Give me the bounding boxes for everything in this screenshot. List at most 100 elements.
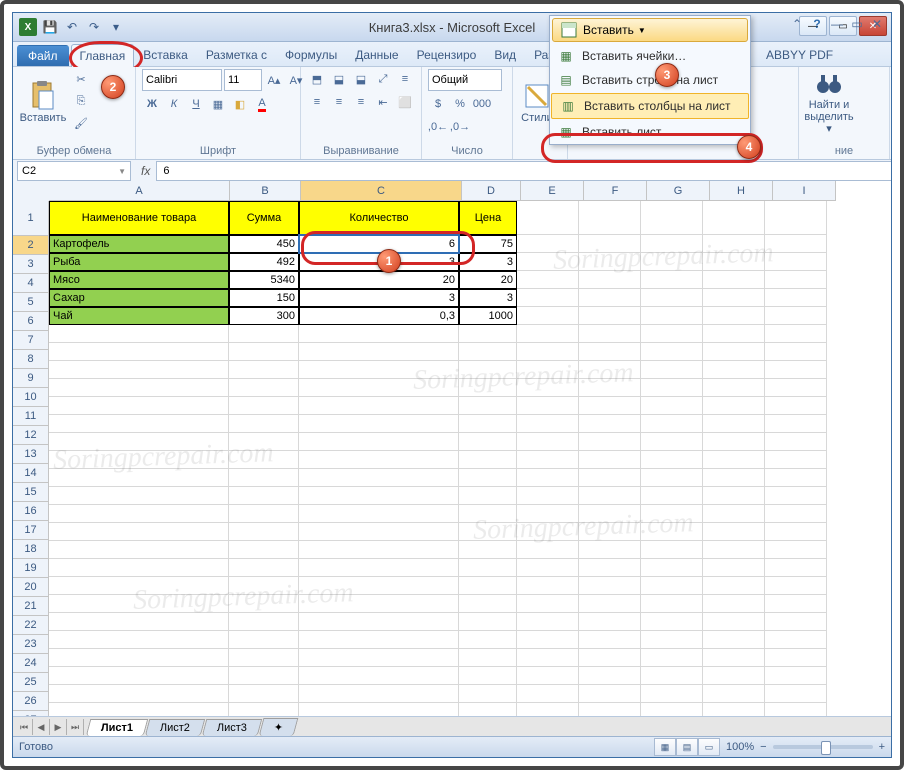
- cell-A21[interactable]: [49, 577, 229, 595]
- cell-D20[interactable]: [459, 559, 517, 577]
- column-header-F[interactable]: F: [584, 181, 647, 201]
- cell-A3[interactable]: Рыба: [49, 253, 229, 271]
- cell-I18[interactable]: [765, 523, 827, 541]
- cell-B19[interactable]: [229, 541, 299, 559]
- cell-H8[interactable]: [703, 343, 765, 361]
- align-bottom-icon[interactable]: ⬓: [351, 69, 371, 89]
- cell-I19[interactable]: [765, 541, 827, 559]
- cell-D9[interactable]: [459, 361, 517, 379]
- cell-F11[interactable]: [579, 397, 641, 415]
- align-right-icon[interactable]: ≡: [351, 92, 371, 112]
- cell-I28[interactable]: [765, 703, 827, 717]
- cell-A26[interactable]: [49, 667, 229, 685]
- cell-I3[interactable]: [765, 253, 827, 271]
- tab-home[interactable]: Главная: [71, 44, 135, 67]
- cell-D14[interactable]: [459, 451, 517, 469]
- name-box-dropdown-icon[interactable]: ▼: [118, 167, 126, 176]
- cell-E8[interactable]: [517, 343, 579, 361]
- cell-A16[interactable]: [49, 487, 229, 505]
- cell-F9[interactable]: [579, 361, 641, 379]
- fx-icon[interactable]: fx: [135, 164, 156, 178]
- row-header-5[interactable]: 5: [13, 293, 49, 312]
- row-header-10[interactable]: 10: [13, 388, 49, 407]
- cell-H28[interactable]: [703, 703, 765, 717]
- cell-I12[interactable]: [765, 415, 827, 433]
- cell-G18[interactable]: [641, 523, 703, 541]
- cell-C1[interactable]: Количество: [299, 201, 459, 235]
- cell-E11[interactable]: [517, 397, 579, 415]
- find-select-button[interactable]: Найти ивыделить ▾: [805, 69, 853, 135]
- cell-E22[interactable]: [517, 595, 579, 613]
- cell-C21[interactable]: [299, 577, 459, 595]
- cell-H16[interactable]: [703, 487, 765, 505]
- cell-A24[interactable]: [49, 631, 229, 649]
- dec-decimal-icon[interactable]: ,0→: [450, 117, 470, 137]
- cell-E23[interactable]: [517, 613, 579, 631]
- cell-E26[interactable]: [517, 667, 579, 685]
- cell-B23[interactable]: [229, 613, 299, 631]
- tab-insert[interactable]: Вставка: [134, 43, 197, 66]
- cut-icon[interactable]: ✂: [71, 69, 91, 89]
- cell-H22[interactable]: [703, 595, 765, 613]
- view-page-break-icon[interactable]: ▭: [698, 738, 720, 756]
- cell-I13[interactable]: [765, 433, 827, 451]
- cell-B2[interactable]: 450: [229, 235, 299, 253]
- inc-decimal-icon[interactable]: ,0←: [428, 117, 448, 137]
- cell-A10[interactable]: [49, 379, 229, 397]
- row-header-13[interactable]: 13: [13, 445, 49, 464]
- cell-H6[interactable]: [703, 307, 765, 325]
- row-header-17[interactable]: 17: [13, 521, 49, 540]
- cell-C17[interactable]: [299, 505, 459, 523]
- tab-review[interactable]: Рецензиро: [408, 43, 486, 66]
- zoom-slider[interactable]: [773, 745, 873, 749]
- cell-D19[interactable]: [459, 541, 517, 559]
- cell-I5[interactable]: [765, 289, 827, 307]
- cell-F19[interactable]: [579, 541, 641, 559]
- cell-A20[interactable]: [49, 559, 229, 577]
- cell-B11[interactable]: [229, 397, 299, 415]
- cell-C25[interactable]: [299, 649, 459, 667]
- merge-icon[interactable]: ⬜: [395, 92, 415, 112]
- cell-E1[interactable]: [517, 201, 579, 235]
- cell-E13[interactable]: [517, 433, 579, 451]
- row-header-22[interactable]: 22: [13, 616, 49, 635]
- cell-E17[interactable]: [517, 505, 579, 523]
- cell-D24[interactable]: [459, 631, 517, 649]
- cell-H5[interactable]: [703, 289, 765, 307]
- column-header-C[interactable]: C: [301, 181, 462, 201]
- cell-F6[interactable]: [579, 307, 641, 325]
- row-header-11[interactable]: 11: [13, 407, 49, 426]
- align-top-icon[interactable]: ⬒: [307, 69, 327, 89]
- cell-H9[interactable]: [703, 361, 765, 379]
- cell-F23[interactable]: [579, 613, 641, 631]
- cell-A12[interactable]: [49, 415, 229, 433]
- menu-insert-columns[interactable]: ▥ Вставить столбцы на лист: [551, 93, 749, 119]
- font-size-select[interactable]: 11: [224, 69, 262, 91]
- cell-B22[interactable]: [229, 595, 299, 613]
- row-header-12[interactable]: 12: [13, 426, 49, 445]
- cell-I27[interactable]: [765, 685, 827, 703]
- cell-A7[interactable]: [49, 325, 229, 343]
- cell-F26[interactable]: [579, 667, 641, 685]
- cell-B21[interactable]: [229, 577, 299, 595]
- cell-E4[interactable]: [517, 271, 579, 289]
- cell-A28[interactable]: [49, 703, 229, 717]
- cell-G20[interactable]: [641, 559, 703, 577]
- cell-F7[interactable]: [579, 325, 641, 343]
- cell-D6[interactable]: 1000: [459, 307, 517, 325]
- cell-F1[interactable]: [579, 201, 641, 235]
- cell-G17[interactable]: [641, 505, 703, 523]
- cell-G8[interactable]: [641, 343, 703, 361]
- column-header-H[interactable]: H: [710, 181, 773, 201]
- cell-A14[interactable]: [49, 451, 229, 469]
- sheet-tab-1[interactable]: Лист1: [86, 719, 149, 736]
- percent-icon[interactable]: %: [450, 94, 470, 114]
- cell-C13[interactable]: [299, 433, 459, 451]
- cell-C19[interactable]: [299, 541, 459, 559]
- sheet-nav-first-icon[interactable]: ⏮: [16, 719, 33, 735]
- cell-D22[interactable]: [459, 595, 517, 613]
- cell-H19[interactable]: [703, 541, 765, 559]
- cell-E27[interactable]: [517, 685, 579, 703]
- cell-F14[interactable]: [579, 451, 641, 469]
- help-icon[interactable]: ?: [809, 16, 825, 32]
